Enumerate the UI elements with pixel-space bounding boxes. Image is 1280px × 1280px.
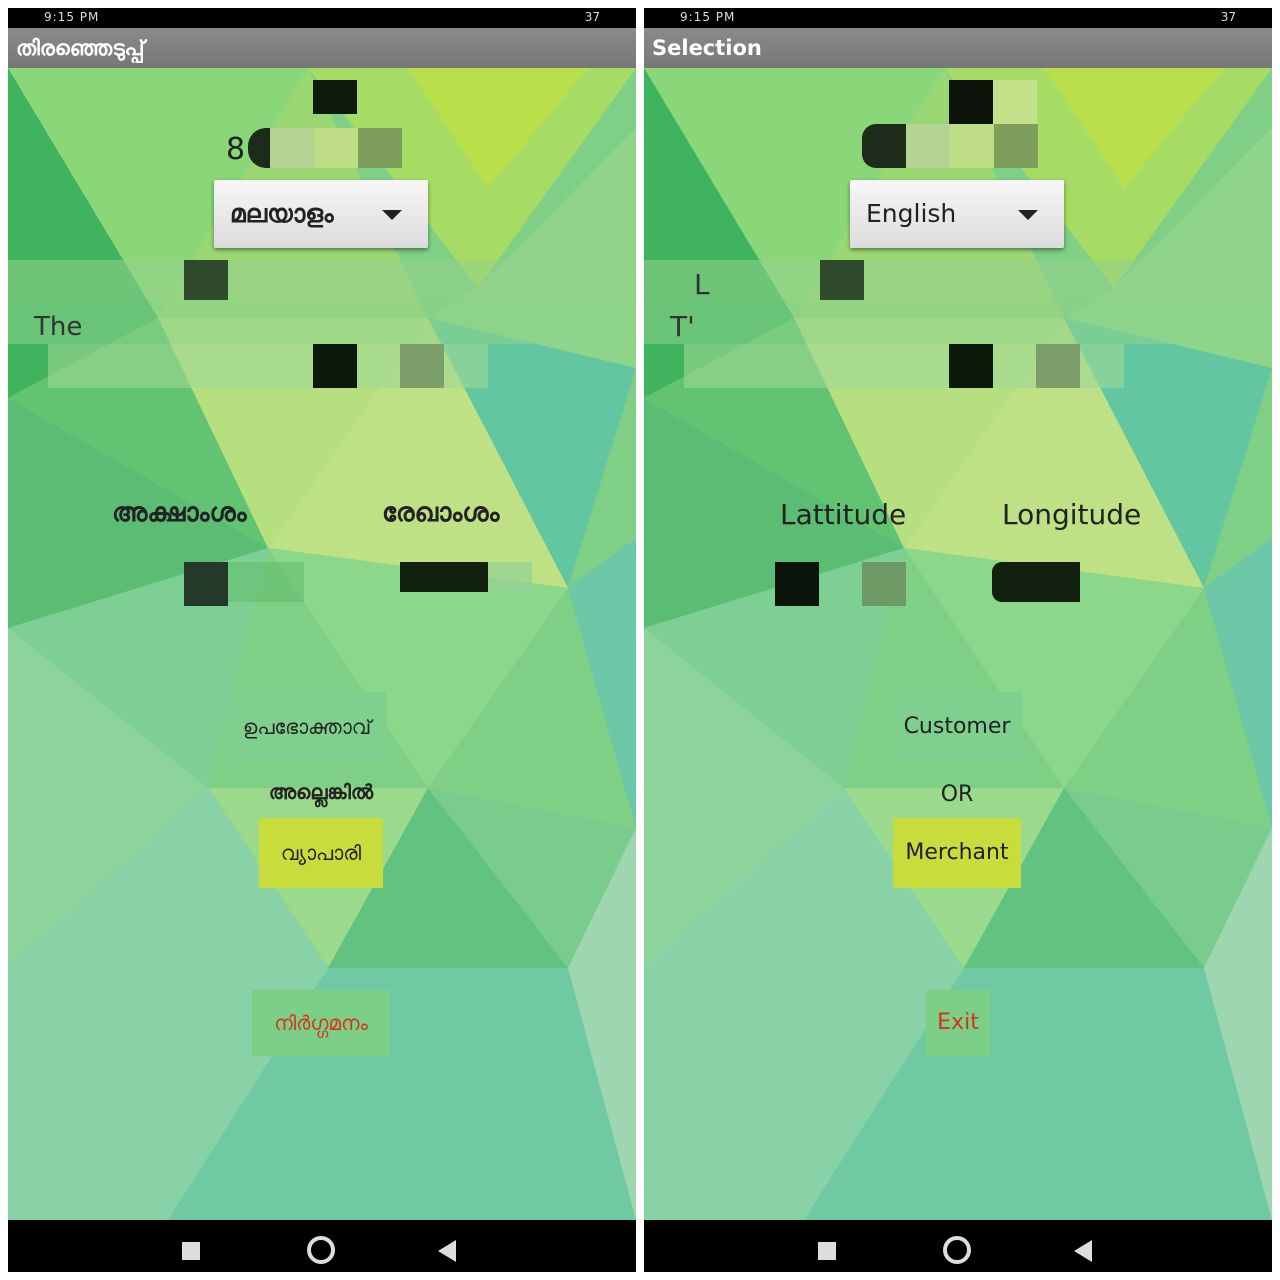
pixelated-block <box>862 124 906 168</box>
longitude-value-pixelated <box>488 562 532 592</box>
partial-text: L <box>694 268 710 301</box>
dropdown-arrow-icon <box>1018 210 1038 220</box>
status-time: 9:15 PM <box>680 10 736 24</box>
screen-content: 8 മലയാളം The അക്ഷാംശം രേഖാംശം ഉപഭോക്താവ്… <box>8 68 636 1220</box>
battery-level: 37 <box>1220 10 1236 24</box>
partial-text: T' <box>670 310 695 343</box>
title-bar: Selection <box>644 28 1272 68</box>
pixelated-block <box>270 128 314 168</box>
pixelated-text-strip <box>8 300 628 344</box>
customer-button[interactable]: ഉപഭോക്താവ് <box>228 692 386 762</box>
merchant-button[interactable]: വ്യാപാരി <box>259 818 383 888</box>
latitude-label: അക്ഷാംശം <box>112 498 247 528</box>
latitude-value-pixelated <box>184 562 228 606</box>
pixelated-text-strip <box>644 260 1264 300</box>
pixelated-block <box>820 260 864 300</box>
nav-home-icon[interactable] <box>943 1236 971 1264</box>
pixelated-block <box>400 344 444 388</box>
phone-screen-malayalam: 9:15 PM 37 തിരഞ്ഞെടുപ്പ് 8 മലയാളം The അക… <box>8 8 636 1272</box>
partial-text: The <box>34 312 83 342</box>
pixelated-block <box>950 124 994 168</box>
merchant-button[interactable]: Merchant <box>893 818 1021 888</box>
pixelated-block <box>949 80 993 124</box>
latitude-label: Lattitude <box>780 498 907 531</box>
language-dropdown[interactable]: മലയാളം <box>214 180 428 248</box>
pixelated-block <box>184 260 228 300</box>
nav-back-icon[interactable] <box>438 1240 456 1262</box>
exit-button[interactable]: Exit <box>926 990 990 1056</box>
exit-button[interactable]: നിർഗ്ഗമനം <box>252 990 390 1056</box>
pixelated-text-strip <box>8 260 628 300</box>
navigation-bar <box>8 1220 636 1272</box>
pixelated-block <box>314 128 358 168</box>
pixelated-text-strip <box>644 300 1264 344</box>
language-selected: English <box>866 199 957 228</box>
longitude-value-pixelated <box>992 562 1080 602</box>
language-dropdown[interactable]: English <box>850 180 1064 248</box>
latitude-value-pixelated <box>228 562 304 602</box>
pixelated-block <box>906 124 950 168</box>
battery-level: 37 <box>584 10 600 24</box>
language-selected: മലയാളം <box>230 199 334 228</box>
partial-number: 8 <box>226 132 246 167</box>
dropdown-arrow-icon <box>382 210 402 220</box>
status-bar: 9:15 PM 37 <box>644 8 1272 28</box>
page-title: Selection <box>652 36 762 60</box>
screen-content: English L T' Lattitude Longitude Custome… <box>644 68 1272 1220</box>
or-label: OR <box>940 782 974 807</box>
title-bar: തിരഞ്ഞെടുപ്പ് <box>8 28 636 68</box>
pixelated-block <box>994 124 1038 168</box>
pixelated-block <box>993 80 1037 124</box>
pixelated-block <box>313 80 357 114</box>
nav-back-icon[interactable] <box>1074 1240 1092 1262</box>
latitude-value-pixelated <box>775 562 819 606</box>
phone-screen-english: 9:15 PM 37 Selection English L T' Lattit… <box>644 8 1272 1272</box>
longitude-label: Longitude <box>1002 498 1142 531</box>
latitude-value-pixelated <box>862 562 906 606</box>
page-title: തിരഞ്ഞെടുപ്പ് <box>16 36 145 60</box>
longitude-value-pixelated <box>400 562 488 592</box>
pixelated-block <box>313 344 357 388</box>
pixelated-block <box>1036 344 1080 388</box>
navigation-bar <box>644 1220 1272 1272</box>
customer-button[interactable]: Customer <box>892 692 1022 762</box>
pixelated-block <box>949 344 993 388</box>
nav-home-icon[interactable] <box>307 1236 335 1264</box>
nav-recents-icon[interactable] <box>818 1242 836 1260</box>
longitude-label: രേഖാംശം <box>382 498 500 528</box>
pixelated-block <box>358 128 402 168</box>
nav-recents-icon[interactable] <box>182 1242 200 1260</box>
status-time: 9:15 PM <box>44 10 100 24</box>
or-label: അല്ലെങ്കിൽ <box>268 780 374 804</box>
status-bar: 9:15 PM 37 <box>8 8 636 28</box>
